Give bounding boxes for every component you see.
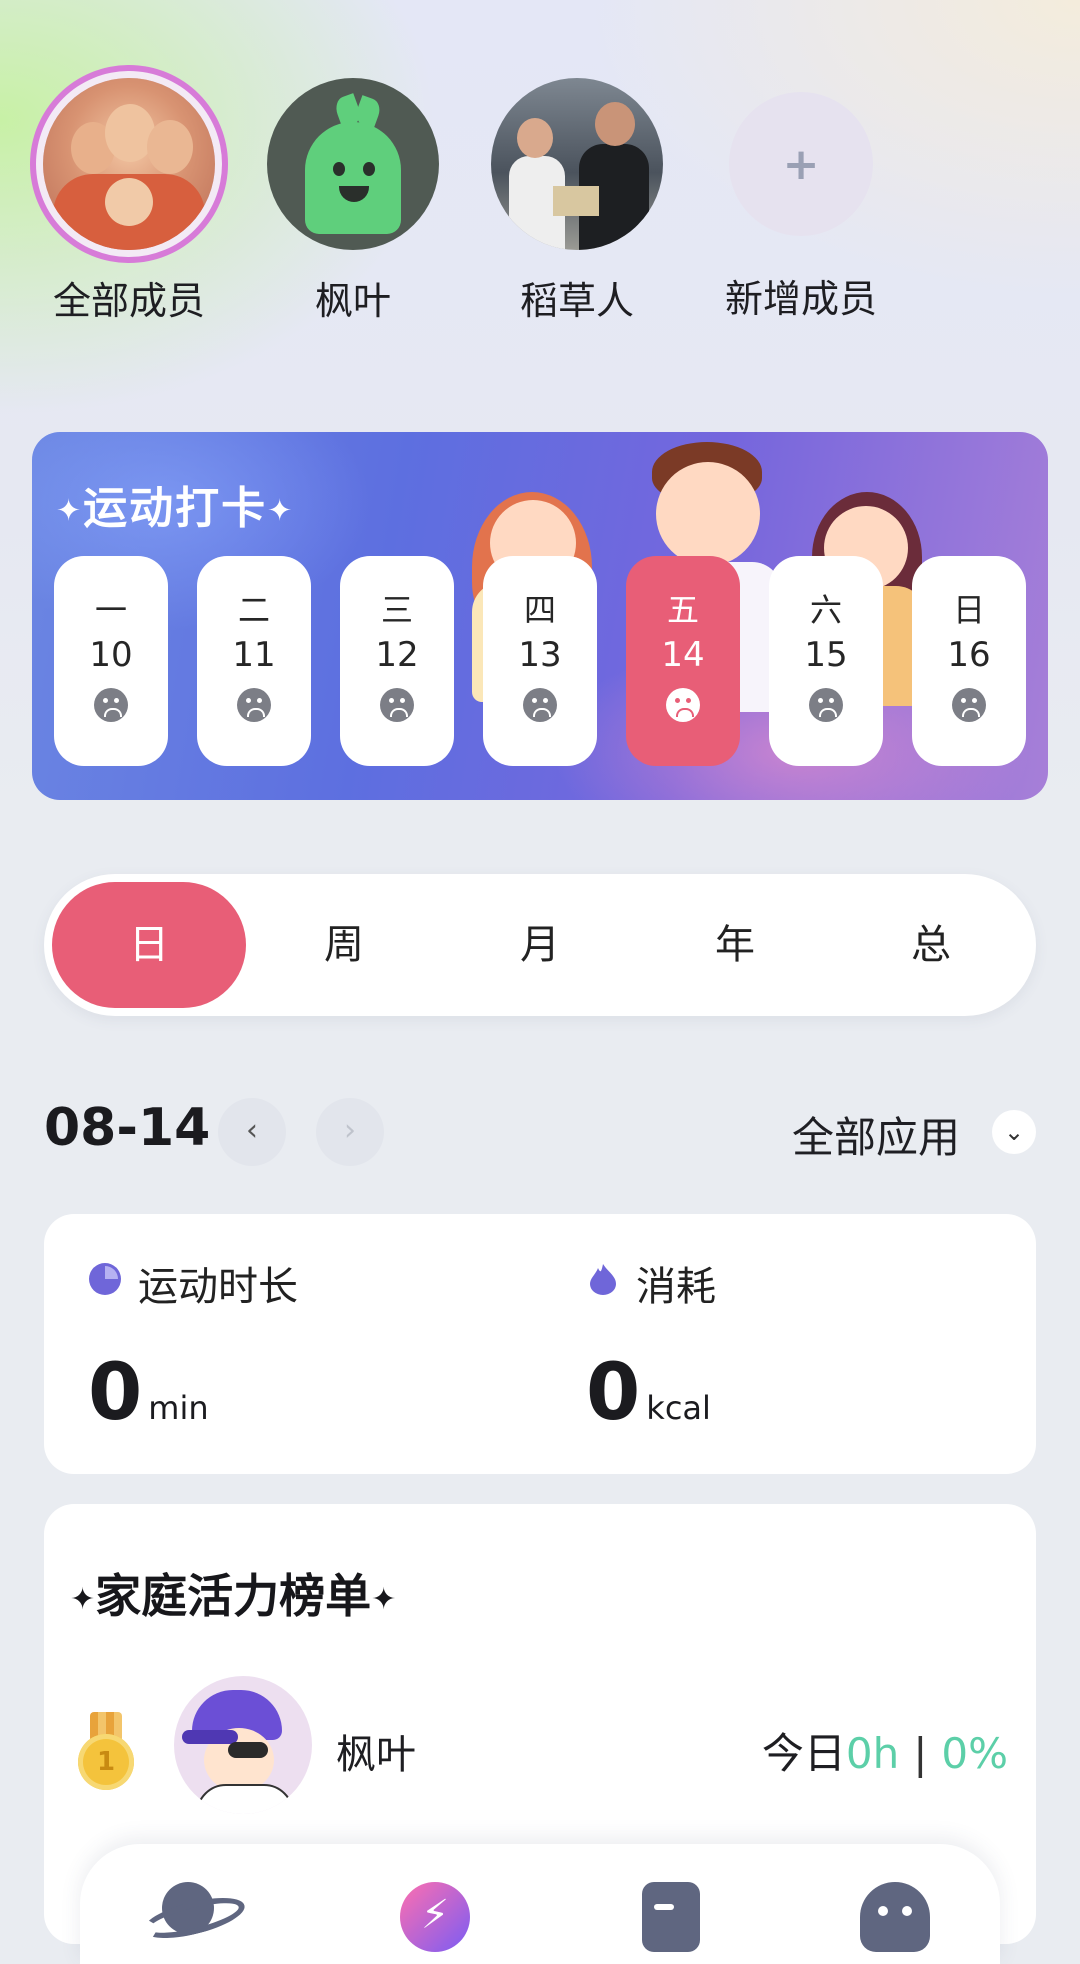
avatar[interactable]	[174, 1676, 312, 1814]
day-sun[interactable]: 日 16	[912, 556, 1026, 766]
sparkle-icon: ✦	[267, 493, 295, 529]
family-photo-avatar	[43, 78, 215, 250]
sad-face-icon	[952, 688, 986, 722]
couple-photo-avatar	[491, 78, 663, 250]
exercise-checkin-card: ✦运动打卡✦ 一 10 二 11 三 12 四 13 五 14 六 15 日 1…	[32, 432, 1048, 800]
sprout-avatar	[267, 78, 439, 250]
tab-year[interactable]: 年	[638, 882, 832, 1008]
current-date: 08-14	[44, 1098, 211, 1158]
ranking-title: ✦家庭活力榜单✦	[70, 1569, 397, 1623]
robot-icon[interactable]	[846, 1882, 936, 1952]
gold-medal-icon: 1	[78, 1712, 134, 1792]
lightning-icon[interactable]: ⚡	[386, 1882, 476, 1952]
duration-label: 运动时长	[138, 1264, 298, 1310]
ranking-today-stats: 今日0h | 0%	[761, 1729, 1008, 1778]
member-name: 枫叶	[314, 279, 391, 323]
sparkle-icon: ✦	[371, 1582, 397, 1617]
checkin-title: ✦运动打卡✦	[56, 483, 295, 534]
bottom-navigation: ⚡	[80, 1844, 1000, 1964]
document-icon[interactable]	[620, 1882, 710, 1952]
week-day-list: 一 10 二 11 三 12 四 13 五 14 六 15 日 16	[54, 556, 1034, 770]
sad-face-icon	[523, 688, 557, 722]
period-tabs: 日 周 月 年 总	[44, 874, 1036, 1016]
day-wed[interactable]: 三 12	[340, 556, 454, 766]
member-list: 全部成员 枫叶 稻草人 + 新增成员	[0, 60, 1080, 340]
next-date-button[interactable]: ›	[316, 1098, 384, 1166]
calories-value: 0 kcal	[586, 1348, 711, 1438]
sad-face-icon	[237, 688, 271, 722]
day-tue[interactable]: 二 11	[197, 556, 311, 766]
tab-day[interactable]: 日	[52, 882, 246, 1008]
day-mon[interactable]: 一 10	[54, 556, 168, 766]
calories-stat: 消耗 0 kcal	[542, 1214, 1022, 1474]
member-all[interactable]: 全部成员	[24, 60, 234, 325]
member-daocaoren[interactable]: 稻草人	[472, 60, 682, 325]
sparkle-icon: ✦	[56, 493, 84, 529]
tab-total[interactable]: 总	[834, 882, 1028, 1008]
sad-face-icon	[666, 688, 700, 722]
chevron-down-icon[interactable]: ⌄	[992, 1110, 1036, 1154]
stats-card: 运动时长 0 min 消耗 0 kcal	[44, 1214, 1036, 1474]
planet-icon[interactable]	[139, 1882, 249, 1947]
prev-date-button[interactable]: ‹	[218, 1098, 286, 1166]
plus-icon: +	[729, 92, 873, 236]
ranking-member-name: 枫叶	[336, 1732, 416, 1778]
sad-face-icon	[380, 688, 414, 722]
sad-face-icon	[94, 688, 128, 722]
day-sat[interactable]: 六 15	[769, 556, 883, 766]
calories-label: 消耗	[636, 1264, 716, 1310]
tab-week[interactable]: 周	[247, 882, 441, 1008]
day-fri-selected[interactable]: 五 14	[626, 556, 740, 766]
member-name: 全部成员	[52, 279, 205, 323]
add-member-label: 新增成员	[724, 277, 877, 321]
day-thu[interactable]: 四 13	[483, 556, 597, 766]
add-member-button[interactable]: + 新增成员	[696, 60, 906, 323]
member-fengye[interactable]: 枫叶	[248, 60, 458, 325]
duration-stat: 运动时长 0 min	[44, 1214, 524, 1474]
sad-face-icon	[809, 688, 843, 722]
duration-value: 0 min	[88, 1348, 209, 1438]
tab-month[interactable]: 月	[443, 882, 637, 1008]
app-filter-label[interactable]: 全部应用	[792, 1104, 960, 1165]
member-name: 稻草人	[519, 279, 634, 323]
sparkle-icon: ✦	[70, 1582, 96, 1617]
